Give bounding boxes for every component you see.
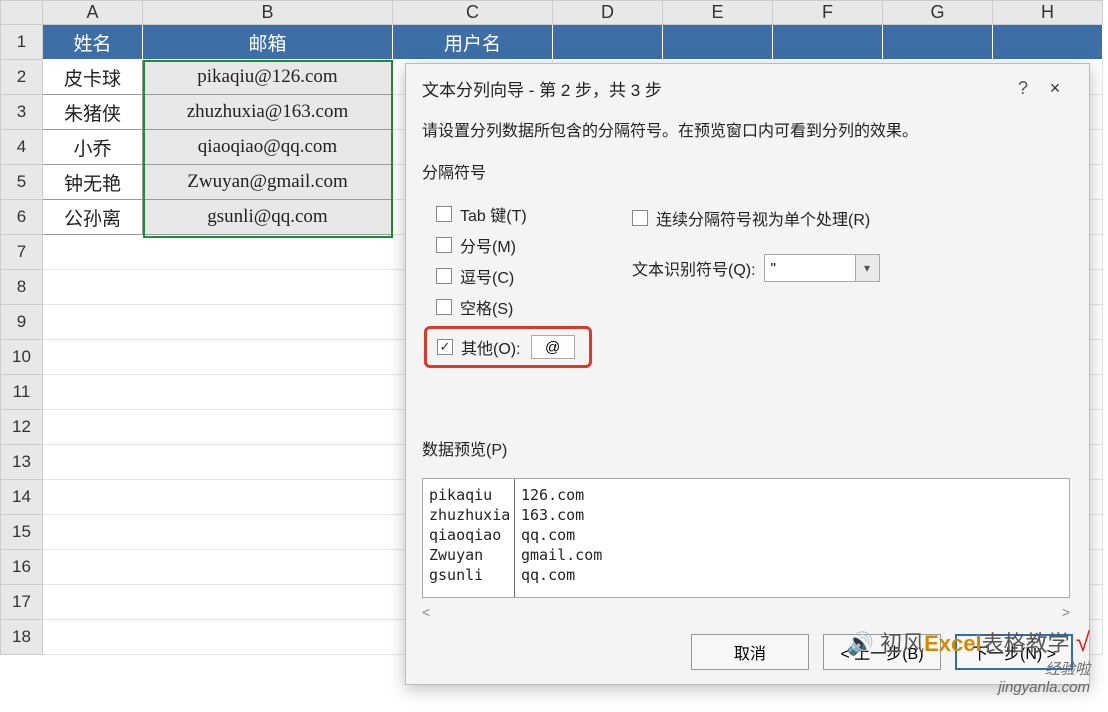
cell-A5[interactable]: 钟无艳 bbox=[43, 165, 143, 200]
preview-scrollbar[interactable]: < > bbox=[422, 604, 1070, 620]
checkbox-icon[interactable] bbox=[632, 210, 648, 226]
preview-cell: pikaqiu bbox=[429, 485, 506, 505]
preview-cell: qq.com bbox=[521, 525, 1061, 545]
cell[interactable] bbox=[883, 25, 993, 60]
preview-cell: gmail.com bbox=[521, 545, 1061, 565]
preview-cell: 163.com bbox=[521, 505, 1061, 525]
col-header-C[interactable]: C bbox=[393, 1, 553, 25]
delimiter-other[interactable]: 其他(O): bbox=[424, 326, 592, 368]
checkbox-label: 连续分隔符号视为单个处理(R) bbox=[656, 206, 870, 230]
preview-label: 数据预览(P) bbox=[422, 436, 1073, 460]
cell-A4[interactable]: 小乔 bbox=[43, 130, 143, 165]
col-header-H[interactable]: H bbox=[993, 1, 1103, 25]
delimiter-space[interactable]: 空格(S) bbox=[436, 295, 1073, 319]
select-all-corner[interactable] bbox=[1, 1, 43, 25]
row-header[interactable]: 17 bbox=[1, 585, 43, 620]
text-qualifier-label: 文本识别符号(Q): bbox=[632, 256, 756, 280]
cell-B5[interactable]: Zwuyan@gmail.com bbox=[143, 165, 393, 200]
cell[interactable] bbox=[993, 25, 1103, 60]
preview-cell: Zwuyan bbox=[429, 545, 506, 565]
preview-cell: gsunli bbox=[429, 565, 506, 585]
row-header[interactable]: 1 bbox=[1, 25, 43, 60]
dialog-description: 请设置分列数据所包含的分隔符号。在预览窗口内可看到分列的效果。 bbox=[422, 117, 1073, 141]
text-qualifier-input[interactable] bbox=[764, 254, 856, 282]
close-button[interactable]: × bbox=[1037, 78, 1073, 99]
cell[interactable] bbox=[663, 25, 773, 60]
checkbox-label: 其他(O): bbox=[461, 335, 521, 359]
preview-cell: zhuzhuxia bbox=[429, 505, 506, 525]
data-preview: pikaqiu zhuzhuxia qiaoqiao Zwuyan gsunli… bbox=[422, 478, 1070, 598]
dialog-button-row: 取消 < 上一步(B) 下一步(N) > bbox=[691, 634, 1073, 670]
row-header[interactable]: 16 bbox=[1, 550, 43, 585]
text-to-columns-dialog: 文本分列向导 - 第 2 步，共 3 步 ? × 请设置分列数据所包含的分隔符号… bbox=[405, 63, 1090, 685]
cell-A2[interactable]: 皮卡球 bbox=[43, 60, 143, 95]
row-header[interactable]: 10 bbox=[1, 340, 43, 375]
cell-A6[interactable]: 公孙离 bbox=[43, 200, 143, 235]
row-header[interactable]: 11 bbox=[1, 375, 43, 410]
row-header[interactable]: 12 bbox=[1, 410, 43, 445]
col-header-E[interactable]: E bbox=[663, 1, 773, 25]
col-header-D[interactable]: D bbox=[553, 1, 663, 25]
checkbox-icon[interactable] bbox=[436, 206, 452, 222]
row-header[interactable]: 18 bbox=[1, 620, 43, 655]
help-button[interactable]: ? bbox=[1009, 78, 1037, 99]
checkbox-icon[interactable] bbox=[437, 339, 453, 355]
cell[interactable] bbox=[773, 25, 883, 60]
cell-A1[interactable]: 姓名 bbox=[43, 25, 143, 60]
checkbox-icon[interactable] bbox=[436, 268, 452, 284]
scroll-right-icon[interactable]: > bbox=[1062, 604, 1070, 620]
row-header[interactable]: 3 bbox=[1, 95, 43, 130]
row-header[interactable]: 5 bbox=[1, 165, 43, 200]
cell-B6[interactable]: gsunli@qq.com bbox=[143, 200, 393, 235]
cell-B3[interactable]: zhuzhuxia@163.com bbox=[143, 95, 393, 130]
text-qualifier-row: 文本识别符号(Q): ▾ bbox=[632, 254, 880, 282]
cell-C1[interactable]: 用户名 bbox=[393, 25, 553, 60]
row-header[interactable]: 6 bbox=[1, 200, 43, 235]
cell[interactable] bbox=[553, 25, 663, 60]
preview-cell: qiaoqiao bbox=[429, 525, 506, 545]
row-header[interactable]: 4 bbox=[1, 130, 43, 165]
treat-consecutive-checkbox[interactable]: 连续分隔符号视为单个处理(R) bbox=[632, 206, 880, 230]
next-button[interactable]: 下一步(N) > bbox=[955, 634, 1073, 670]
cell-B1[interactable]: 邮箱 bbox=[143, 25, 393, 60]
delimiters-group-label: 分隔符号 bbox=[422, 159, 1073, 183]
row-header[interactable]: 2 bbox=[1, 60, 43, 95]
row-header[interactable]: 14 bbox=[1, 480, 43, 515]
delimiters-group: Tab 键(T) 分号(M) 逗号(C) 空格(S) 其他(O): bbox=[422, 189, 1073, 376]
checkbox-icon[interactable] bbox=[436, 237, 452, 253]
row-header[interactable]: 7 bbox=[1, 235, 43, 270]
dialog-titlebar[interactable]: 文本分列向导 - 第 2 步，共 3 步 ? × bbox=[406, 64, 1089, 111]
back-button[interactable]: < 上一步(B) bbox=[823, 634, 941, 670]
cell-B4[interactable]: qiaoqiao@qq.com bbox=[143, 130, 393, 165]
row-header[interactable]: 9 bbox=[1, 305, 43, 340]
preview-cell: qq.com bbox=[521, 565, 1061, 585]
row-header[interactable]: 13 bbox=[1, 445, 43, 480]
checkbox-label: 空格(S) bbox=[460, 295, 513, 319]
preview-column-1: pikaqiu zhuzhuxia qiaoqiao Zwuyan gsunli bbox=[423, 479, 515, 597]
row-header[interactable]: 8 bbox=[1, 270, 43, 305]
checkbox-label: 分号(M) bbox=[460, 233, 516, 257]
col-header-A[interactable]: A bbox=[43, 1, 143, 25]
dialog-title: 文本分列向导 - 第 2 步，共 3 步 bbox=[422, 76, 1009, 101]
col-header-F[interactable]: F bbox=[773, 1, 883, 25]
cancel-button[interactable]: 取消 bbox=[691, 634, 809, 670]
checkbox-icon[interactable] bbox=[436, 299, 452, 315]
row-header[interactable]: 15 bbox=[1, 515, 43, 550]
scroll-left-icon[interactable]: < bbox=[422, 604, 430, 620]
dropdown-icon[interactable]: ▾ bbox=[856, 254, 880, 282]
col-header-G[interactable]: G bbox=[883, 1, 993, 25]
cell-A3[interactable]: 朱猪侠 bbox=[43, 95, 143, 130]
other-delimiter-input[interactable] bbox=[531, 335, 575, 359]
cell-B2[interactable]: pikaqiu@126.com bbox=[143, 60, 393, 95]
checkbox-label: 逗号(C) bbox=[460, 264, 514, 288]
preview-cell: 126.com bbox=[521, 485, 1061, 505]
col-header-B[interactable]: B bbox=[143, 1, 393, 25]
checkbox-label: Tab 键(T) bbox=[460, 202, 527, 226]
preview-column-2: 126.com 163.com qq.com gmail.com qq.com bbox=[515, 479, 1069, 597]
